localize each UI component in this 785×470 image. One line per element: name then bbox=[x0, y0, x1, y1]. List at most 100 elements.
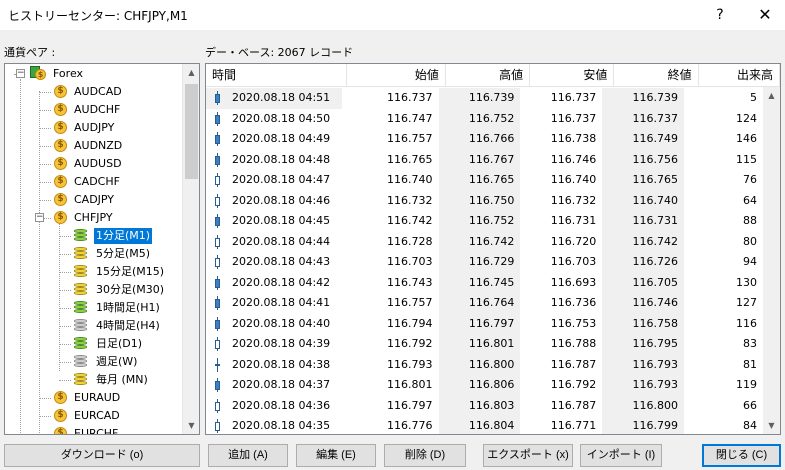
close-window-button[interactable]: ✕ bbox=[753, 3, 777, 27]
scroll-thumb[interactable] bbox=[185, 84, 198, 179]
column-header-6[interactable]: 出来高 bbox=[699, 64, 780, 87]
currency-coin-icon: $ bbox=[53, 174, 68, 189]
candle-body bbox=[215, 155, 220, 165]
cell-open: 116.792 bbox=[387, 337, 433, 350]
tree-item-cadjpy[interactable]: $ CADJPY bbox=[53, 191, 116, 208]
scroll-down-icon[interactable]: ▼ bbox=[763, 417, 780, 434]
edit-button[interactable]: 編集 (E) bbox=[296, 444, 376, 467]
database-records-label: デー・ベース: 2067 レコード bbox=[205, 46, 354, 59]
tree-item-euraud[interactable]: $ EURAUD bbox=[53, 389, 122, 406]
table-row[interactable]: 2020.08.18 04:35 116.776 116.804 116.771 116… bbox=[206, 416, 763, 434]
table-row[interactable]: 2020.08.18 04:44 116.728 116.742 116.720 116… bbox=[206, 231, 763, 252]
tree-item-timeframe[interactable]: 30分足(M30) bbox=[73, 281, 166, 298]
tree-scrollbar[interactable]: ▲ ▼ bbox=[182, 64, 199, 434]
table-row[interactable]: 2020.08.18 04:42 116.743 116.745 116.693 116… bbox=[206, 272, 763, 293]
tree-item-label: EURAUD bbox=[74, 390, 121, 404]
candle-body bbox=[215, 176, 220, 186]
table-row[interactable]: 2020.08.18 04:37 116.801 116.806 116.792 116… bbox=[206, 375, 763, 396]
cell-volume: 115 bbox=[736, 152, 757, 166]
cell-close: 116.739 bbox=[602, 88, 685, 109]
candle-body bbox=[215, 319, 220, 329]
table-row[interactable]: 2020.08.18 04:47 116.740 116.765 116.740 116… bbox=[206, 170, 763, 191]
candle-icon bbox=[212, 111, 224, 126]
close-button[interactable]: 閉じる (C) bbox=[702, 444, 781, 467]
column-header-1[interactable]: 時間 bbox=[206, 64, 347, 87]
column-header-3[interactable]: 高値 bbox=[446, 64, 531, 87]
table-row[interactable]: 2020.08.18 04:39 116.792 116.801 116.788 116… bbox=[206, 334, 763, 355]
tree-item-timeframe[interactable]: 5分足(M5) bbox=[73, 245, 152, 262]
cell-close: 116.731 bbox=[602, 211, 685, 232]
table-row[interactable]: 2020.08.18 04:41 116.757 116.764 116.736 116… bbox=[206, 293, 763, 314]
cell-open: 116.742 bbox=[387, 214, 433, 227]
table-row[interactable]: 2020.08.18 04:45 116.742 116.752 116.731 116… bbox=[206, 211, 763, 232]
delete-button[interactable]: 削除 (D) bbox=[384, 444, 466, 467]
tree-item-eurcad[interactable]: $ EURCAD bbox=[53, 407, 122, 424]
cell-open: 116.765 bbox=[387, 152, 433, 166]
tree-guide-line bbox=[59, 308, 71, 309]
currency-coin-icon: $ bbox=[53, 120, 68, 135]
column-header-4[interactable]: 安値 bbox=[530, 64, 615, 87]
cell-open: 116.737 bbox=[387, 91, 433, 104]
table-row[interactable]: 2020.08.18 04:43 116.703 116.729 116.703 116… bbox=[206, 252, 763, 273]
candle-icon bbox=[212, 337, 224, 352]
scroll-up-icon[interactable]: ▲ bbox=[183, 64, 199, 81]
table-row[interactable]: 2020.08.18 04:50 116.747 116.752 116.737 116… bbox=[206, 108, 763, 129]
table-row[interactable]: 2020.08.18 04:36 116.797 116.803 116.787 116… bbox=[206, 395, 763, 416]
tree-item-chfjpy[interactable]: $ CHFJPY bbox=[53, 209, 115, 226]
cell-time-text: 2020.08.18 04:46 bbox=[232, 193, 331, 207]
tree-item-audcad[interactable]: $ AUDCAD bbox=[53, 83, 124, 100]
tree-item-audusd[interactable]: $ AUDUSD bbox=[53, 155, 124, 172]
cell-open: 116.794 bbox=[387, 316, 433, 330]
tree-item-eurchf[interactable]: $ EURCHF bbox=[53, 425, 120, 434]
table-row[interactable]: 2020.08.18 04:38 116.793 116.800 116.787 116… bbox=[206, 354, 763, 375]
tree-item-timeframe[interactable]: 1時間足(H1) bbox=[73, 299, 162, 316]
collapse-icon[interactable]: − bbox=[16, 69, 25, 78]
cell-volume: 94 bbox=[743, 255, 757, 268]
cell-low: 116.746 bbox=[550, 152, 597, 166]
tree-item-timeframe[interactable]: 日足(D1) bbox=[73, 335, 144, 352]
cell-time-text: 2020.08.18 04:35 bbox=[232, 419, 331, 432]
table-row[interactable]: 2020.08.18 04:48 116.765 116.767 116.746 116… bbox=[206, 149, 763, 170]
table-row[interactable]: 2020.08.18 04:46 116.732 116.750 116.732 116… bbox=[206, 190, 763, 211]
cell-volume: 66 bbox=[743, 398, 757, 412]
candle-icon bbox=[212, 296, 224, 311]
coin-shape: $ bbox=[54, 193, 67, 206]
tree-item-timeframe[interactable]: 15分足(M15) bbox=[73, 263, 166, 280]
coin-shape: $ bbox=[54, 85, 67, 98]
column-header-2[interactable]: 始値 bbox=[347, 64, 446, 87]
tree-item-audjpy[interactable]: $ AUDJPY bbox=[53, 119, 116, 136]
tree-item-audnzd[interactable]: $ AUDNZD bbox=[53, 137, 124, 154]
table-row[interactable]: 2020.08.18 04:49 116.757 116.766 116.738 116… bbox=[206, 129, 763, 150]
table-row[interactable]: 2020.08.18 04:51 116.737 116.739 116.737 116… bbox=[206, 88, 763, 109]
export-button[interactable]: エクスポート (x) bbox=[483, 444, 573, 467]
collapse-icon[interactable]: − bbox=[35, 213, 44, 222]
coin-shape: $ bbox=[54, 391, 67, 404]
cell-low: 116.771 bbox=[550, 419, 597, 432]
tree-item-timeframe[interactable]: 毎月 (MN) bbox=[73, 371, 150, 388]
tree-item-cadchf[interactable]: $ CADCHF bbox=[53, 173, 122, 190]
tree-item-forex[interactable]: $ Forex bbox=[30, 65, 85, 82]
tree-item-timeframe[interactable]: 週足(W) bbox=[73, 353, 139, 370]
tree-item-label: 週足(W) bbox=[96, 354, 138, 368]
table-scrollbar[interactable]: ▲ ▼ bbox=[763, 87, 780, 434]
scroll-down-icon[interactable]: ▼ bbox=[183, 417, 199, 434]
cell-close: 116.740 bbox=[602, 190, 685, 211]
scroll-up-icon[interactable]: ▲ bbox=[763, 87, 780, 104]
column-header-5[interactable]: 終値 bbox=[614, 64, 699, 87]
symbol-tree[interactable]: − $ Forex $ AUDCAD $ AUDCHF $ AUDJPY $ AUDNZD $ AUDU… bbox=[4, 63, 200, 435]
add-button[interactable]: 追加 (A) bbox=[208, 444, 288, 467]
tree-item-timeframe[interactable]: 1分足(M1) bbox=[73, 227, 153, 244]
currency-pairs-label: 通貨ペア : bbox=[4, 46, 56, 59]
currency-coin-icon: $ bbox=[53, 156, 68, 171]
help-button[interactable]: ? bbox=[708, 3, 732, 27]
tree-item-audchf[interactable]: $ AUDCHF bbox=[53, 101, 122, 118]
history-table[interactable]: 時間 始値 高値 安値 終値 出来高 ▲ ▼ 2020.08.18 04:51 116.73… bbox=[205, 63, 781, 435]
table-row[interactable]: 2020.08.18 04:40 116.794 116.797 116.753 116… bbox=[206, 313, 763, 334]
tree-item-timeframe[interactable]: 4時間足(H4) bbox=[73, 317, 162, 334]
import-button[interactable]: インポート (I) bbox=[580, 444, 662, 467]
database-disk bbox=[74, 345, 87, 349]
cell-close: 116.742 bbox=[602, 231, 685, 252]
cell-time: 2020.08.18 04:47 bbox=[206, 170, 342, 191]
download-button[interactable]: ダウンロード (o) bbox=[4, 444, 200, 467]
cell-low: 116.787 bbox=[550, 357, 597, 371]
